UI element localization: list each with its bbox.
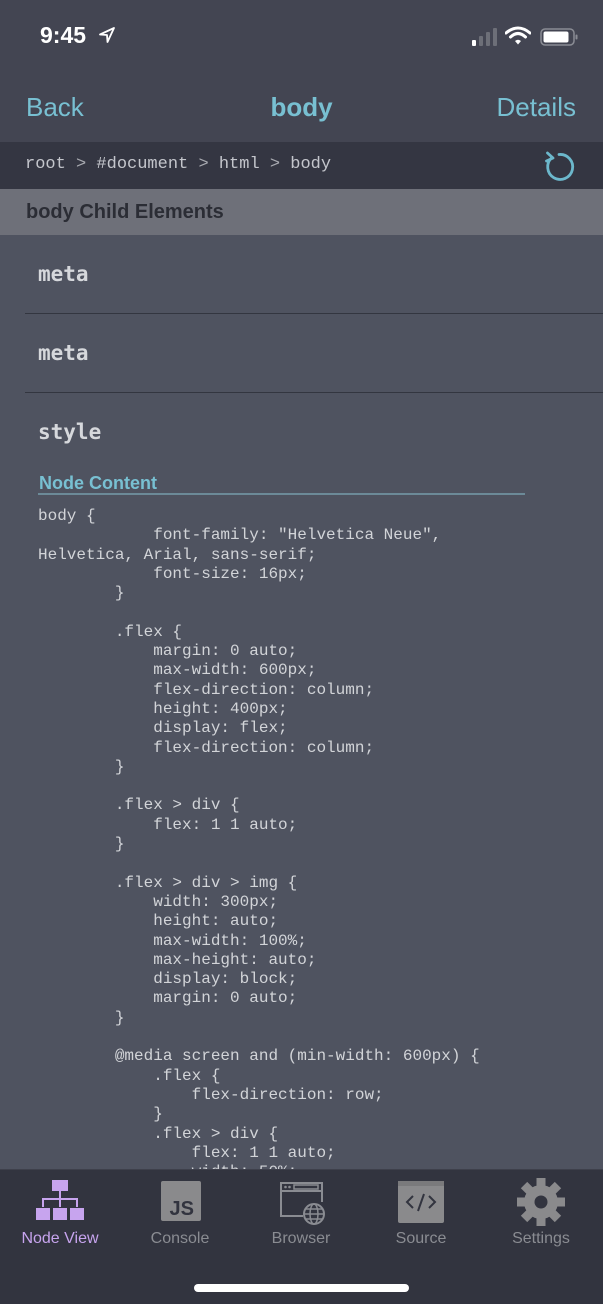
node-content-divider	[38, 493, 525, 495]
sitemap-icon	[36, 1180, 84, 1220]
child-elements-list: meta meta style	[0, 235, 603, 444]
node-content-label: Node Content	[39, 473, 157, 493]
tab-settings[interactable]: Settings	[481, 1170, 601, 1260]
status-time: 9:45	[40, 22, 87, 48]
list-item[interactable]: meta	[25, 235, 603, 314]
breadcrumb-item-document[interactable]: #document	[96, 155, 188, 174]
tab-bar: Node View JS Console Browser Source Sett…	[0, 1169, 603, 1304]
svg-text:JS: JS	[170, 1198, 194, 1220]
refresh-icon[interactable]	[541, 149, 577, 185]
section-header: body Child Elements	[0, 189, 603, 235]
node-content-code[interactable]: body { font-family: "Helvetica Neue", He…	[38, 507, 598, 1169]
breadcrumb-separator: >	[198, 155, 209, 174]
tab-label: Console	[150, 1230, 210, 1247]
element-tag: meta	[38, 341, 89, 365]
tab-label: Settings	[512, 1230, 570, 1247]
element-tag: meta	[38, 262, 89, 286]
tab-label: Node View	[21, 1230, 99, 1247]
tab-console[interactable]: JS Console	[120, 1170, 240, 1260]
tab-label: Browser	[271, 1230, 331, 1247]
section-header-title: body Child Elements	[26, 201, 224, 223]
breadcrumb-item-root[interactable]: root	[25, 155, 66, 174]
home-indicator[interactable]	[194, 1284, 409, 1292]
status-bar: 9:45	[0, 0, 603, 70]
breadcrumb: root > #document > html > body	[0, 142, 603, 189]
gear-icon	[517, 1178, 565, 1226]
battery-icon	[540, 28, 578, 46]
breadcrumb-item-body[interactable]: body	[290, 155, 331, 174]
tab-browser[interactable]: Browser	[241, 1170, 361, 1260]
breadcrumb-separator: >	[269, 155, 281, 174]
details-button[interactable]: Details	[497, 92, 576, 123]
cellular-signal-icon	[472, 28, 497, 46]
element-tag: style	[38, 420, 102, 444]
wifi-icon	[505, 26, 531, 45]
js-icon: JS	[161, 1181, 201, 1221]
tab-source[interactable]: Source	[361, 1170, 481, 1260]
breadcrumb-path: root > #document > html > body	[25, 155, 331, 174]
browser-globe-icon	[280, 1182, 325, 1225]
tab-label: Source	[395, 1230, 447, 1247]
navigation-bar: body Back Details	[0, 70, 603, 142]
breadcrumb-item-html[interactable]: html	[219, 155, 260, 174]
list-item[interactable]: meta	[25, 314, 603, 393]
breadcrumb-separator: >	[76, 155, 87, 174]
location-arrow-icon	[99, 27, 115, 43]
code-icon	[398, 1181, 444, 1223]
back-button[interactable]: Back	[26, 92, 84, 123]
tab-node-view[interactable]: Node View	[0, 1170, 120, 1260]
